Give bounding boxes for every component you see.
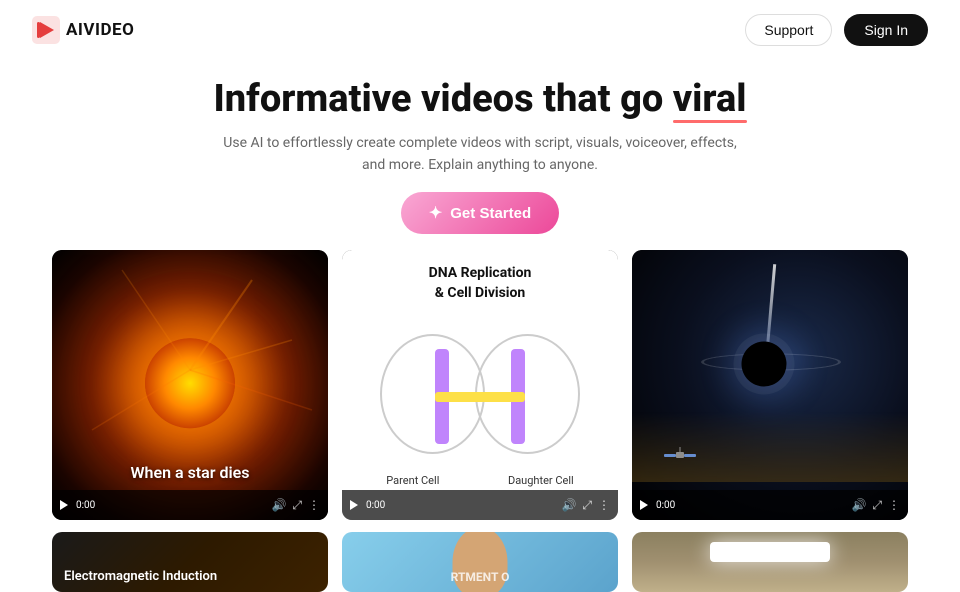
ceiling-light (710, 542, 830, 562)
play-icon[interactable] (60, 500, 70, 510)
video-card-em[interactable]: Electromagnetic Induction (52, 532, 328, 592)
blackhole-center (742, 341, 787, 386)
hero-title: Informative videos that go viral (213, 78, 746, 122)
logo-text: AIVIDEO (66, 20, 134, 40)
dna-label-daughter: Daughter Cell (508, 474, 574, 487)
expand-icon-3[interactable]: ⤢ (872, 498, 882, 513)
em-label: Electromagnetic Induction (64, 569, 217, 584)
logo-icon (32, 16, 60, 44)
volume-icon[interactable]: 🔊 (271, 498, 286, 512)
hero-title-part1: Informative videos that go (213, 77, 672, 121)
volume-icon-3[interactable]: 🔊 (851, 498, 866, 512)
time-display-1: 0:00 (76, 500, 95, 511)
expand-icon[interactable]: ⤢ (292, 498, 302, 513)
hero-section: Informative videos that go viral Use AI … (0, 60, 960, 250)
satellite-icon (662, 445, 697, 465)
video-card-dna[interactable]: DNA Replication & Cell Division Parent C… (342, 250, 618, 520)
nav-right: Support Sign In (745, 14, 928, 46)
dna-thumbnail: DNA Replication & Cell Division Parent C… (342, 250, 618, 520)
more-icon-2[interactable]: ⋮ (598, 498, 610, 512)
play-icon-3[interactable] (640, 500, 650, 510)
video-card-person[interactable]: RTMENT O (342, 532, 618, 592)
get-started-button[interactable]: ✦ Get Started (401, 192, 559, 234)
video-card-star[interactable]: When a star dies 0:00 🔊 ⤢ ⋮ (52, 250, 328, 520)
star-label: When a star dies (52, 463, 328, 482)
dna-label-parent: Parent Cell (386, 474, 439, 487)
hero-title-viral: viral (673, 77, 747, 121)
star-rays (52, 250, 328, 490)
signin-button[interactable]: Sign In (844, 14, 928, 46)
time-display-3: 0:00 (656, 500, 675, 511)
video-row-2: Electromagnetic Induction RTMENT O (32, 532, 928, 592)
video-card-blackhole[interactable]: 0:00 🔊 ⤢ ⋮ (632, 250, 908, 520)
support-button[interactable]: Support (745, 14, 832, 46)
more-icon[interactable]: ⋮ (308, 498, 320, 512)
video-row-1: When a star dies 0:00 🔊 ⤢ ⋮ DNA Replicat… (32, 250, 928, 520)
video-card-ceiling[interactable] (632, 532, 908, 592)
more-icon-3[interactable]: ⋮ (888, 498, 900, 512)
video-controls-3[interactable]: 0:00 🔊 ⤢ ⋮ (632, 490, 908, 520)
video-controls-2[interactable]: 0:00 🔊 ⤢ ⋮ (342, 490, 618, 520)
star-thumbnail: When a star dies 0:00 🔊 ⤢ ⋮ (52, 250, 328, 520)
hero-subtitle: Use AI to effortlessly create complete v… (20, 132, 940, 177)
dna-connector (435, 392, 525, 402)
dna-diagram (342, 314, 618, 474)
dna-circles (380, 324, 580, 464)
volume-icon-2[interactable]: 🔊 (561, 498, 576, 512)
expand-icon-2[interactable]: ⤢ (582, 498, 592, 513)
navbar: AIVIDEO Support Sign In (0, 0, 960, 60)
logo[interactable]: AIVIDEO (32, 16, 134, 44)
dna-title: DNA Replication & Cell Division (342, 250, 618, 313)
time-display-2: 0:00 (366, 500, 385, 511)
blackhole-thumbnail: 0:00 🔊 ⤢ ⋮ (632, 250, 908, 520)
sparkle-icon: ✦ (429, 203, 442, 223)
play-icon-2[interactable] (350, 500, 360, 510)
dept-text: RTMENT O (451, 570, 510, 584)
video-controls-1[interactable]: 0:00 🔊 ⤢ ⋮ (52, 490, 328, 520)
video-section: When a star dies 0:00 🔊 ⤢ ⋮ DNA Replicat… (0, 250, 960, 592)
